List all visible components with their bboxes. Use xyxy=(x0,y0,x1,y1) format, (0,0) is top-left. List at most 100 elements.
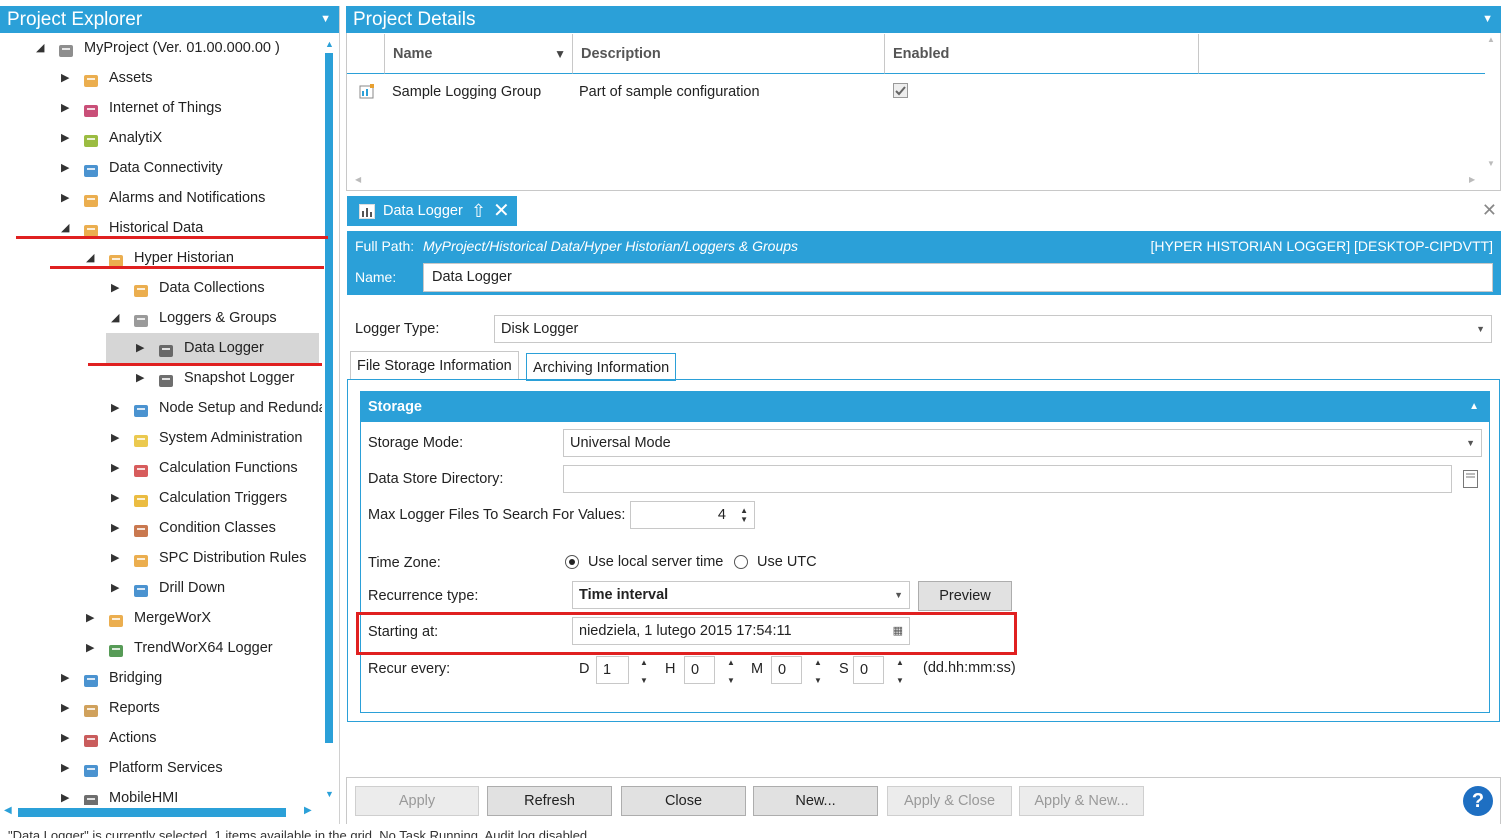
expand-arrow-icon[interactable]: ▶ xyxy=(136,363,146,393)
tree-item-mobilehmi[interactable]: ▶ MobileHMI xyxy=(0,783,320,805)
max-files-stepper[interactable]: 4 ▲ ▼ xyxy=(630,501,755,529)
hours-spin-icon[interactable]: ▲ ▼ xyxy=(727,658,735,685)
tab-file-storage[interactable]: File Storage Information xyxy=(350,351,519,380)
logger-type-select[interactable]: Disk Logger ▼ xyxy=(494,315,1492,343)
tree-horizontal-scrollbar[interactable]: ◀ ▶ xyxy=(0,804,322,820)
expand-arrow-icon[interactable]: ▶ xyxy=(61,753,71,783)
scrollbar-thumb[interactable] xyxy=(325,53,333,743)
expand-arrow-icon[interactable]: ▶ xyxy=(61,783,71,805)
column-header-enabled[interactable]: Enabled xyxy=(885,34,1199,74)
expand-arrow-icon[interactable]: ▶ xyxy=(111,453,121,483)
pin-icon[interactable]: ⇧ xyxy=(471,196,486,226)
expand-arrow-icon[interactable]: ▶ xyxy=(111,543,121,573)
days-input[interactable]: 1 xyxy=(596,656,629,684)
expand-arrow-icon[interactable]: ▶ xyxy=(111,423,121,453)
tree-item-system-administration[interactable]: ▶ System Administration xyxy=(0,423,320,453)
tree-item-actions[interactable]: ▶ Actions xyxy=(0,723,320,753)
refresh-button[interactable]: Refresh xyxy=(487,786,612,816)
tree-item-spc-distribution-rules[interactable]: ▶ SPC Distribution Rules xyxy=(0,543,320,573)
column-header-name[interactable]: Name ▼ xyxy=(385,34,573,74)
seconds-input[interactable]: 0 xyxy=(853,656,884,684)
tree-vertical-scrollbar[interactable]: ▲ ▼ xyxy=(323,39,335,809)
tree-item-data-logger[interactable]: ▶ Data Logger xyxy=(106,333,319,363)
preview-button[interactable]: Preview xyxy=(918,581,1012,611)
scroll-right-icon[interactable]: ▶ xyxy=(1469,175,1475,184)
scroll-up-icon[interactable]: ▲ xyxy=(1487,35,1495,44)
collapse-arrow-icon[interactable]: ◢ xyxy=(111,303,121,333)
radio-local-time[interactable] xyxy=(565,555,579,569)
expand-arrow-icon[interactable]: ▶ xyxy=(86,603,96,633)
tree-item-calculation-triggers[interactable]: ▶ Calculation Triggers xyxy=(0,483,320,513)
minutes-spin-icon[interactable]: ▲ ▼ xyxy=(814,658,822,685)
tree-item-data-collections[interactable]: ▶ Data Collections xyxy=(0,273,320,303)
tree-item-node-setup-and-redundanc[interactable]: ▶ Node Setup and Redundanc xyxy=(0,393,322,423)
help-icon[interactable]: ? xyxy=(1463,786,1493,816)
expand-arrow-icon[interactable]: ▶ xyxy=(61,693,71,723)
hours-input[interactable]: 0 xyxy=(684,656,715,684)
name-input[interactable]: Data Logger xyxy=(423,263,1493,292)
minutes-input[interactable]: 0 xyxy=(771,656,802,684)
tree-item-snapshot-logger[interactable]: ▶ Snapshot Logger xyxy=(0,363,320,393)
tree-item-platform-services[interactable]: ▶ Platform Services xyxy=(0,753,320,783)
expand-arrow-icon[interactable]: ▶ xyxy=(111,273,121,303)
expand-arrow-icon[interactable]: ▶ xyxy=(86,633,96,663)
collapse-arrow-icon[interactable]: ◢ xyxy=(36,33,46,63)
tree-item-mergeworx[interactable]: ▶ MergeWorX xyxy=(0,603,320,633)
apply-close-button[interactable]: Apply & Close xyxy=(887,786,1012,816)
tree-item-trendworx64-logger[interactable]: ▶ TrendWorX64 Logger xyxy=(0,633,320,663)
data-store-input[interactable] xyxy=(563,465,1452,493)
expand-arrow-icon[interactable]: ▶ xyxy=(61,183,71,213)
close-button[interactable]: Close xyxy=(621,786,746,816)
enabled-checkbox[interactable] xyxy=(893,83,908,98)
apply-new-button[interactable]: Apply & New... xyxy=(1019,786,1144,816)
scrollbar-thumb[interactable] xyxy=(18,808,286,817)
tab-data-logger[interactable]: Data Logger ⇧ ✕ xyxy=(347,196,517,226)
filter-icon[interactable]: ▼ xyxy=(554,34,566,74)
expand-arrow-icon[interactable]: ▶ xyxy=(61,93,71,123)
tree-item-internet-of-things[interactable]: ▶ Internet of Things xyxy=(0,93,320,123)
apply-button[interactable]: Apply xyxy=(355,786,479,816)
expand-arrow-icon[interactable]: ▶ xyxy=(136,333,146,363)
tree-item-data-connectivity[interactable]: ▶ Data Connectivity xyxy=(0,153,320,183)
expand-arrow-icon[interactable]: ▶ xyxy=(61,153,71,183)
tree-item-condition-classes[interactable]: ▶ Condition Classes xyxy=(0,513,320,543)
expand-arrow-icon[interactable]: ▶ xyxy=(111,393,121,423)
storage-mode-select[interactable]: Universal Mode ▼ xyxy=(563,429,1482,457)
chevron-down-icon[interactable]: ▼ xyxy=(320,6,331,33)
tree-item-reports[interactable]: ▶ Reports xyxy=(0,693,320,723)
expand-arrow-icon[interactable]: ▶ xyxy=(111,573,121,603)
browse-folder-icon[interactable] xyxy=(1462,469,1479,489)
new-button[interactable]: New... xyxy=(753,786,878,816)
tree-item-myproject-ver-01-00-000-00[interactable]: ◢ MyProject (Ver. 01.00.000.00 ) xyxy=(0,33,320,63)
expand-arrow-icon[interactable]: ▶ xyxy=(61,63,71,93)
storage-header[interactable]: Storage ▲ xyxy=(361,392,1489,422)
spin-icon[interactable]: ▲ ▼ xyxy=(740,506,748,524)
scroll-right-icon[interactable]: ▶ xyxy=(304,805,312,816)
tree-item-alarms-and-notifications[interactable]: ▶ Alarms and Notifications xyxy=(0,183,320,213)
expand-arrow-icon[interactable]: ▶ xyxy=(111,483,121,513)
scroll-left-icon[interactable]: ◀ xyxy=(355,175,361,184)
chevron-up-icon[interactable]: ▲ xyxy=(1469,392,1479,422)
tree-item-analytix[interactable]: ▶ AnalytiX xyxy=(0,123,320,153)
expand-arrow-icon[interactable]: ▶ xyxy=(61,723,71,753)
scroll-up-icon[interactable]: ▲ xyxy=(325,39,334,49)
days-spin-icon[interactable]: ▲ ▼ xyxy=(640,658,648,685)
close-icon[interactable]: ✕ xyxy=(493,196,510,226)
chevron-down-icon[interactable]: ▼ xyxy=(1482,6,1493,33)
tree-item-drill-down[interactable]: ▶ Drill Down xyxy=(0,573,320,603)
recurrence-type-select[interactable]: Time interval ▼ xyxy=(572,581,910,609)
radio-utc[interactable] xyxy=(734,555,748,569)
seconds-spin-icon[interactable]: ▲ ▼ xyxy=(896,658,904,685)
close-icon[interactable]: ✕ xyxy=(1482,200,1497,221)
scroll-down-icon[interactable]: ▼ xyxy=(325,789,334,799)
scroll-down-icon[interactable]: ▼ xyxy=(1487,159,1495,168)
expand-arrow-icon[interactable]: ▶ xyxy=(61,663,71,693)
expand-arrow-icon[interactable]: ▶ xyxy=(61,123,71,153)
tree-item-assets[interactable]: ▶ Assets xyxy=(0,63,320,93)
tree-item-loggers-groups[interactable]: ◢ Loggers & Groups xyxy=(0,303,320,333)
tab-archiving[interactable]: Archiving Information xyxy=(526,353,677,381)
scroll-left-icon[interactable]: ◀ xyxy=(4,805,12,816)
tree-item-calculation-functions[interactable]: ▶ Calculation Functions xyxy=(0,453,320,483)
tree-item-bridging[interactable]: ▶ Bridging xyxy=(0,663,320,693)
column-header-description[interactable]: Description xyxy=(573,34,885,74)
